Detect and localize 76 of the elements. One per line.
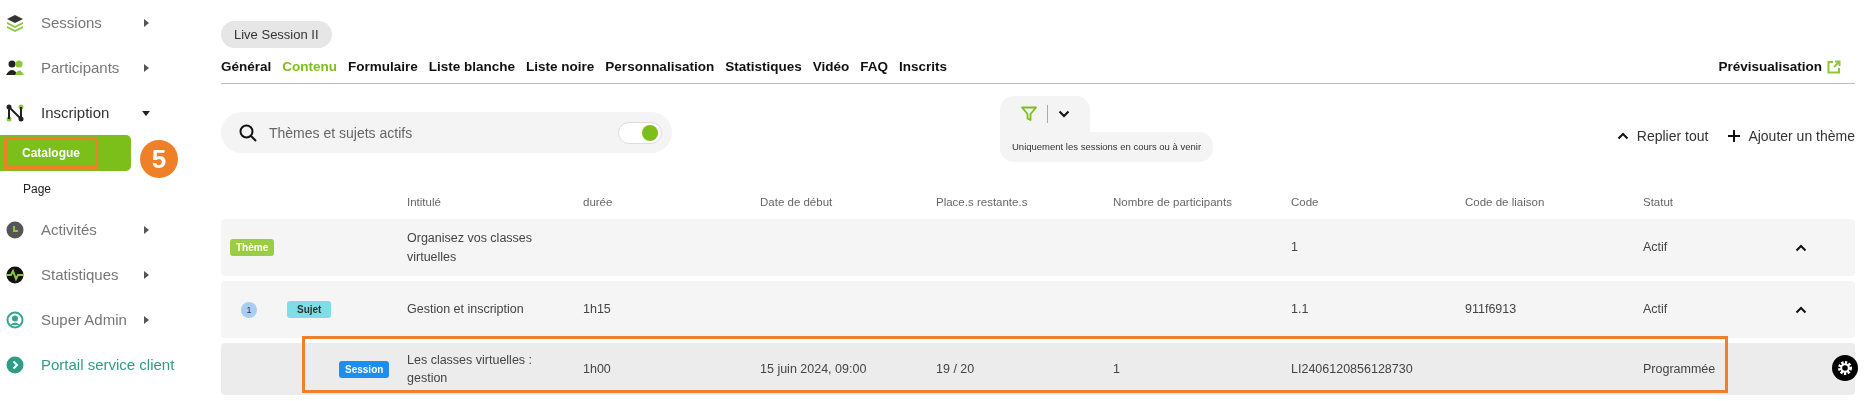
number-badge: 1 — [241, 301, 257, 318]
table-cell-text: Gestion et inscription — [407, 301, 524, 319]
pulse-icon — [6, 265, 24, 284]
session-title: Live Session II — [221, 21, 332, 48]
step-marker: 5 — [140, 140, 178, 178]
caret-right-icon — [142, 270, 150, 279]
arrow-circle-icon — [6, 355, 24, 374]
column-header: Code — [1291, 195, 1320, 208]
table-cell-text: 1h00 — [583, 360, 611, 378]
tab[interactable]: Inscrits — [898, 59, 947, 74]
action-button[interactable]: Ajouter un thème — [1728, 128, 1855, 144]
tab[interactable]: Vidéo — [812, 59, 850, 74]
tab[interactable]: Personnalisation — [605, 59, 715, 74]
table-row[interactable]: 1 Sujet Gestion et inscription 1h15 1.1 911f6913 Actif — [221, 281, 1855, 338]
table-cell-text: 1h15 — [583, 301, 611, 319]
table-cell-text: Actif — [1643, 239, 1668, 257]
table-cell-text: Programmée — [1643, 360, 1716, 378]
column-header: Place.s restante.s — [936, 195, 1029, 208]
flow-icon — [6, 103, 24, 122]
menu-item[interactable]: Inscription — [0, 90, 200, 135]
filter-caption: Uniquement les sessions en cours ou à venir — [1000, 132, 1214, 162]
column-header: Intitulé — [407, 195, 442, 208]
toggle-switch[interactable] — [618, 121, 662, 144]
menu-item[interactable]: Participants — [0, 45, 200, 90]
chevron-up-icon[interactable] — [1795, 243, 1807, 252]
menu-item[interactable]: Statistiques — [0, 252, 200, 297]
table-cell-text: 15 juin 2024, 09:00 — [760, 360, 867, 378]
column-header: Nombre de participants — [1113, 195, 1233, 208]
tab[interactable]: Statistiques — [725, 59, 802, 74]
tab[interactable]: Liste noire — [526, 59, 595, 74]
column-header: Statut — [1643, 195, 1675, 208]
caret-right-icon — [142, 225, 150, 234]
chevron-down-icon — [1057, 110, 1070, 118]
column-header: Code de liaison — [1465, 195, 1546, 208]
settings-icon[interactable] — [1832, 355, 1858, 381]
type-badge: Sujet — [287, 301, 332, 318]
table-cell-text: Actif — [1643, 301, 1668, 319]
plus-icon — [1728, 130, 1741, 142]
layers-icon — [6, 13, 24, 32]
menu-item[interactable]: Super Admin — [0, 297, 200, 342]
clock-icon — [6, 220, 24, 239]
caret-down-icon — [142, 108, 150, 117]
chevron-up-icon[interactable] — [1795, 305, 1807, 314]
search-field[interactable]: Thèmes et sujets actifs — [221, 112, 672, 153]
filter-icon — [1020, 106, 1037, 122]
preview-link[interactable]: Prévisualisation — [1718, 59, 1822, 74]
search-input[interactable]: Thèmes et sujets actifs — [267, 123, 608, 142]
people-icon — [6, 58, 24, 77]
caret-right-icon — [142, 18, 150, 27]
external-link-icon — [1827, 59, 1841, 74]
table-cell-text: 19 / 20 — [936, 360, 975, 378]
table-cell-text: 911f6913 — [1465, 301, 1517, 319]
tab[interactable]: Général — [221, 59, 272, 74]
table-cell-text: 1.1 — [1291, 301, 1309, 319]
table-cell-text: LI2406120856128730 — [1291, 360, 1413, 378]
type-badge: Thème — [230, 239, 275, 256]
tab[interactable]: Formulaire — [348, 59, 418, 74]
menu-item[interactable]: Sessions — [0, 0, 200, 45]
submenu-item[interactable]: Page — [0, 171, 131, 207]
table-cell-text: 1 — [1113, 360, 1120, 378]
search-icon — [239, 123, 257, 142]
user-circle-icon — [6, 310, 24, 329]
tab[interactable]: FAQ — [860, 59, 888, 74]
column-header: durée — [583, 195, 614, 208]
caret-right-icon — [142, 315, 150, 324]
table-cell-text: 1 — [1291, 239, 1298, 257]
table-cell-text: Organisez vos classes virtuelles — [407, 230, 534, 266]
chevron-up-icon — [1616, 132, 1629, 140]
table-cell-text: Les classes virtuelles : gestion — [407, 351, 534, 387]
action-button[interactable]: Replier tout — [1616, 128, 1709, 144]
tab[interactable]: Liste blanche — [428, 59, 516, 74]
menu-item[interactable]: Activités — [0, 207, 200, 252]
caret-right-icon — [142, 63, 150, 72]
column-header: Date de début — [760, 195, 834, 208]
type-badge: Session — [339, 360, 390, 378]
table-row[interactable]: Thème Organisez vos classes virtuelles 1 Actif — [221, 219, 1855, 276]
